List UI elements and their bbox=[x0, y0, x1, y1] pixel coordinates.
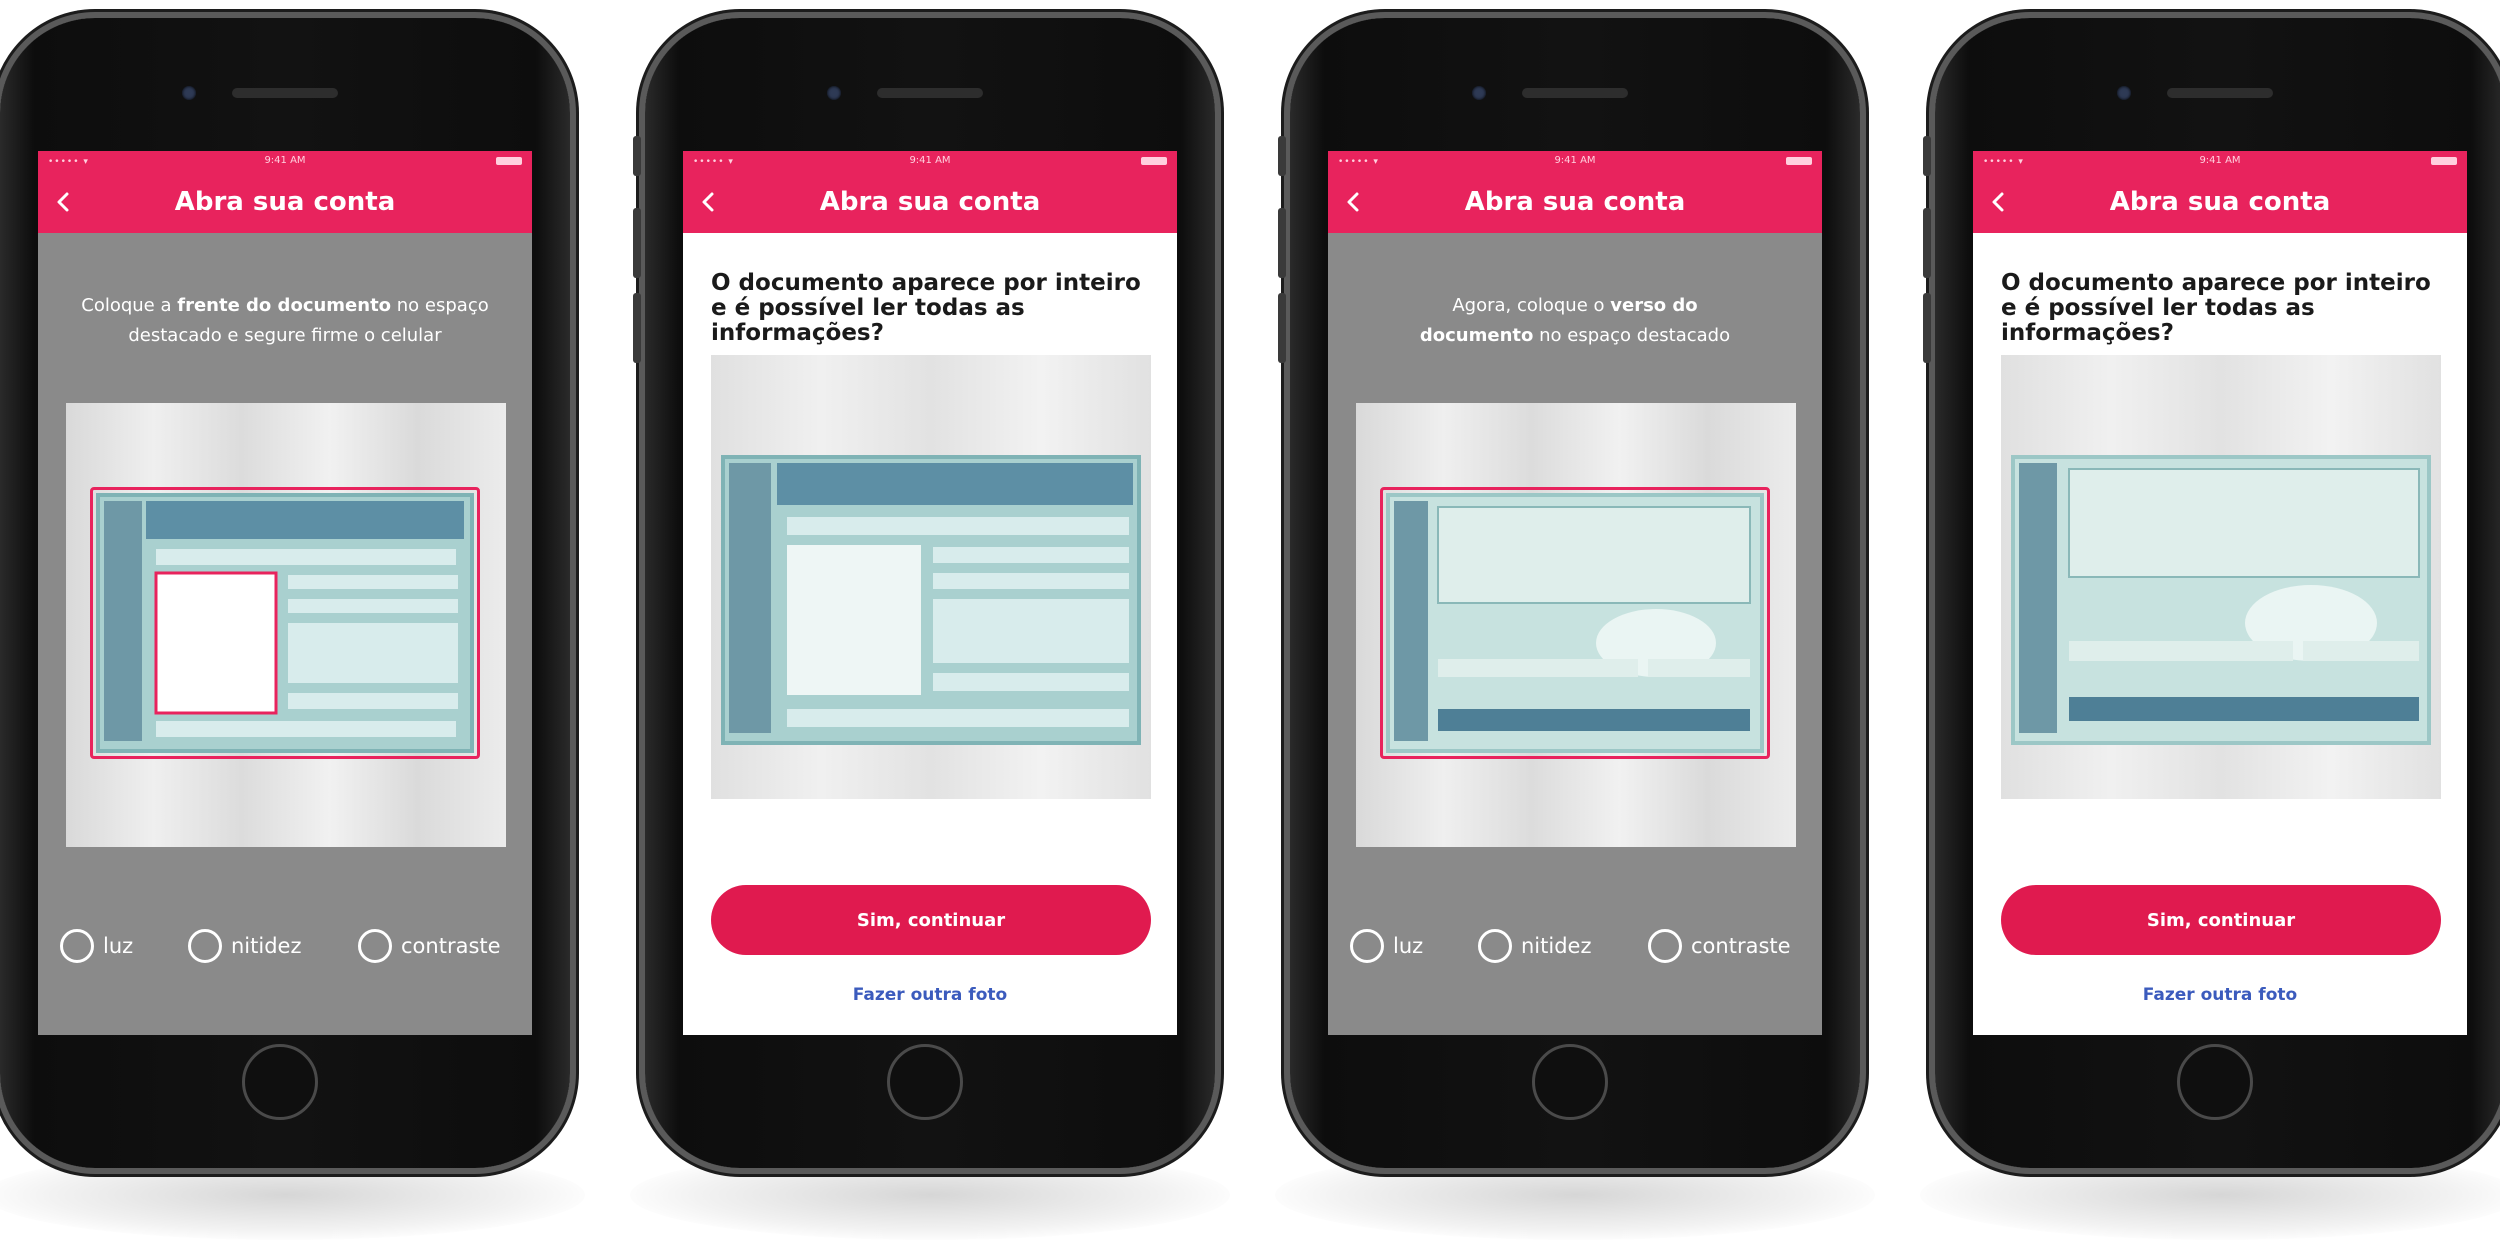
screen: ••••• ▾ 9:41 AM Abra sua conta O documen… bbox=[1973, 151, 2467, 1035]
status-bar: ••••• ▾ 9:41 AM bbox=[683, 151, 1177, 171]
mute-switch bbox=[633, 136, 641, 176]
document-back-image bbox=[2011, 455, 2431, 745]
home-button[interactable] bbox=[1532, 1044, 1608, 1120]
volume-up-button bbox=[633, 208, 641, 278]
volume-down-button bbox=[633, 293, 641, 363]
radio-circle-icon bbox=[1648, 929, 1682, 963]
captured-photo bbox=[2001, 355, 2441, 799]
captured-photo bbox=[711, 355, 1151, 799]
camera-preview bbox=[66, 403, 506, 847]
phone-1: ••••• ▾ 9:41 AM Abra sua conta Coloque a… bbox=[0, 18, 570, 1168]
sharpness-toggle[interactable]: nitidez bbox=[1478, 921, 1592, 971]
front-camera bbox=[1472, 86, 1486, 100]
earpiece-speaker bbox=[1522, 88, 1628, 98]
nav-bar: Abra sua conta bbox=[1973, 171, 2467, 233]
phone-3: ••••• ▾ 9:41 AM Abra sua conta Agora, co… bbox=[1278, 18, 1860, 1168]
home-button[interactable] bbox=[242, 1044, 318, 1120]
camera-viewfinder: Agora, coloque o verso do documento no e… bbox=[1328, 233, 1822, 1035]
light-toggle[interactable]: luz bbox=[1350, 921, 1423, 971]
confirmation-panel: O documento aparece por inteiro e é poss… bbox=[683, 233, 1177, 1035]
quality-indicators: luz nitidez contraste bbox=[38, 921, 532, 971]
continue-button[interactable]: Sim, continuar bbox=[711, 885, 1151, 955]
page-title: Abra sua conta bbox=[1464, 187, 1686, 217]
battery-icon bbox=[1786, 157, 1812, 165]
earpiece-speaker bbox=[232, 88, 338, 98]
radio-circle-icon bbox=[358, 929, 392, 963]
status-bar: ••••• ▾ 9:41 AM bbox=[38, 151, 532, 171]
status-bar: ••••• ▾ 9:41 AM bbox=[1328, 151, 1822, 171]
phone-4: ••••• ▾ 9:41 AM Abra sua conta O documen… bbox=[1923, 18, 2500, 1168]
radio-circle-icon bbox=[188, 929, 222, 963]
mute-switch bbox=[1923, 136, 1931, 176]
radio-circle-icon bbox=[1478, 929, 1512, 963]
home-button[interactable] bbox=[887, 1044, 963, 1120]
retake-photo-link[interactable]: Fazer outra foto bbox=[1973, 985, 2467, 1005]
continue-button[interactable]: Sim, continuar bbox=[2001, 885, 2441, 955]
instruction-text: Coloque a bbox=[81, 295, 178, 316]
toggle-label: nitidez bbox=[1521, 934, 1592, 958]
document-back-image bbox=[1386, 493, 1764, 753]
earpiece-speaker bbox=[2167, 88, 2273, 98]
status-time: 9:41 AM bbox=[2199, 155, 2241, 166]
mute-switch bbox=[1278, 136, 1286, 176]
volume-down-button bbox=[1278, 293, 1286, 363]
front-camera bbox=[182, 86, 196, 100]
toggle-label: nitidez bbox=[231, 934, 302, 958]
confirmation-panel: O documento aparece por inteiro e é poss… bbox=[1973, 233, 2467, 1035]
document-front-image bbox=[96, 493, 474, 753]
front-camera bbox=[2117, 86, 2131, 100]
radio-circle-icon bbox=[60, 929, 94, 963]
status-bar: ••••• ▾ 9:41 AM bbox=[1973, 151, 2467, 171]
capture-instruction: Agora, coloque o verso do documento no e… bbox=[1398, 291, 1752, 351]
toggle-label: contraste bbox=[1691, 934, 1791, 958]
status-time: 9:41 AM bbox=[1554, 155, 1596, 166]
instruction-text: Agora, coloque o bbox=[1452, 295, 1611, 316]
earpiece-speaker bbox=[877, 88, 983, 98]
screen: ••••• ▾ 9:41 AM Abra sua conta O documen… bbox=[683, 151, 1177, 1035]
volume-up-button bbox=[1278, 208, 1286, 278]
camera-viewfinder: Coloque a frente do documento no espaço … bbox=[38, 233, 532, 1035]
front-camera bbox=[827, 86, 841, 100]
radio-circle-icon bbox=[1350, 929, 1384, 963]
home-button[interactable] bbox=[2177, 1044, 2253, 1120]
nav-bar: Abra sua conta bbox=[1328, 171, 1822, 233]
retake-photo-link[interactable]: Fazer outra foto bbox=[683, 985, 1177, 1005]
page-title: Abra sua conta bbox=[174, 187, 396, 217]
screen: ••••• ▾ 9:41 AM Abra sua conta Agora, co… bbox=[1328, 151, 1822, 1035]
light-toggle[interactable]: luz bbox=[60, 921, 133, 971]
instruction-text: no espaço destacado bbox=[1533, 325, 1731, 346]
battery-icon bbox=[2431, 157, 2457, 165]
capture-instruction: Coloque a frente do documento no espaço … bbox=[58, 291, 512, 351]
screen: ••••• ▾ 9:41 AM Abra sua conta Coloque a… bbox=[38, 151, 532, 1035]
camera-preview bbox=[1356, 403, 1796, 847]
phone-2: ••••• ▾ 9:41 AM Abra sua conta O documen… bbox=[633, 18, 1215, 1168]
instruction-emphasis: frente do documento bbox=[177, 295, 392, 316]
confirmation-question: O documento aparece por inteiro e é poss… bbox=[711, 270, 1141, 346]
page-title: Abra sua conta bbox=[819, 187, 1041, 217]
status-time: 9:41 AM bbox=[264, 155, 306, 166]
battery-icon bbox=[1141, 157, 1167, 165]
volume-up-button bbox=[1923, 208, 1931, 278]
document-front-image bbox=[721, 455, 1141, 745]
page-title: Abra sua conta bbox=[2109, 187, 2331, 217]
nav-bar: Abra sua conta bbox=[38, 171, 532, 233]
toggle-label: luz bbox=[1393, 934, 1424, 958]
toggle-label: luz bbox=[103, 934, 134, 958]
toggle-label: contraste bbox=[401, 934, 501, 958]
battery-icon bbox=[496, 157, 522, 165]
contrast-toggle[interactable]: contraste bbox=[1648, 921, 1791, 971]
volume-down-button bbox=[1923, 293, 1931, 363]
nav-bar: Abra sua conta bbox=[683, 171, 1177, 233]
confirmation-question: O documento aparece por inteiro e é poss… bbox=[2001, 270, 2431, 346]
contrast-toggle[interactable]: contraste bbox=[358, 921, 501, 971]
sharpness-toggle[interactable]: nitidez bbox=[188, 921, 302, 971]
status-time: 9:41 AM bbox=[909, 155, 951, 166]
quality-indicators: luz nitidez contraste bbox=[1328, 921, 1822, 971]
